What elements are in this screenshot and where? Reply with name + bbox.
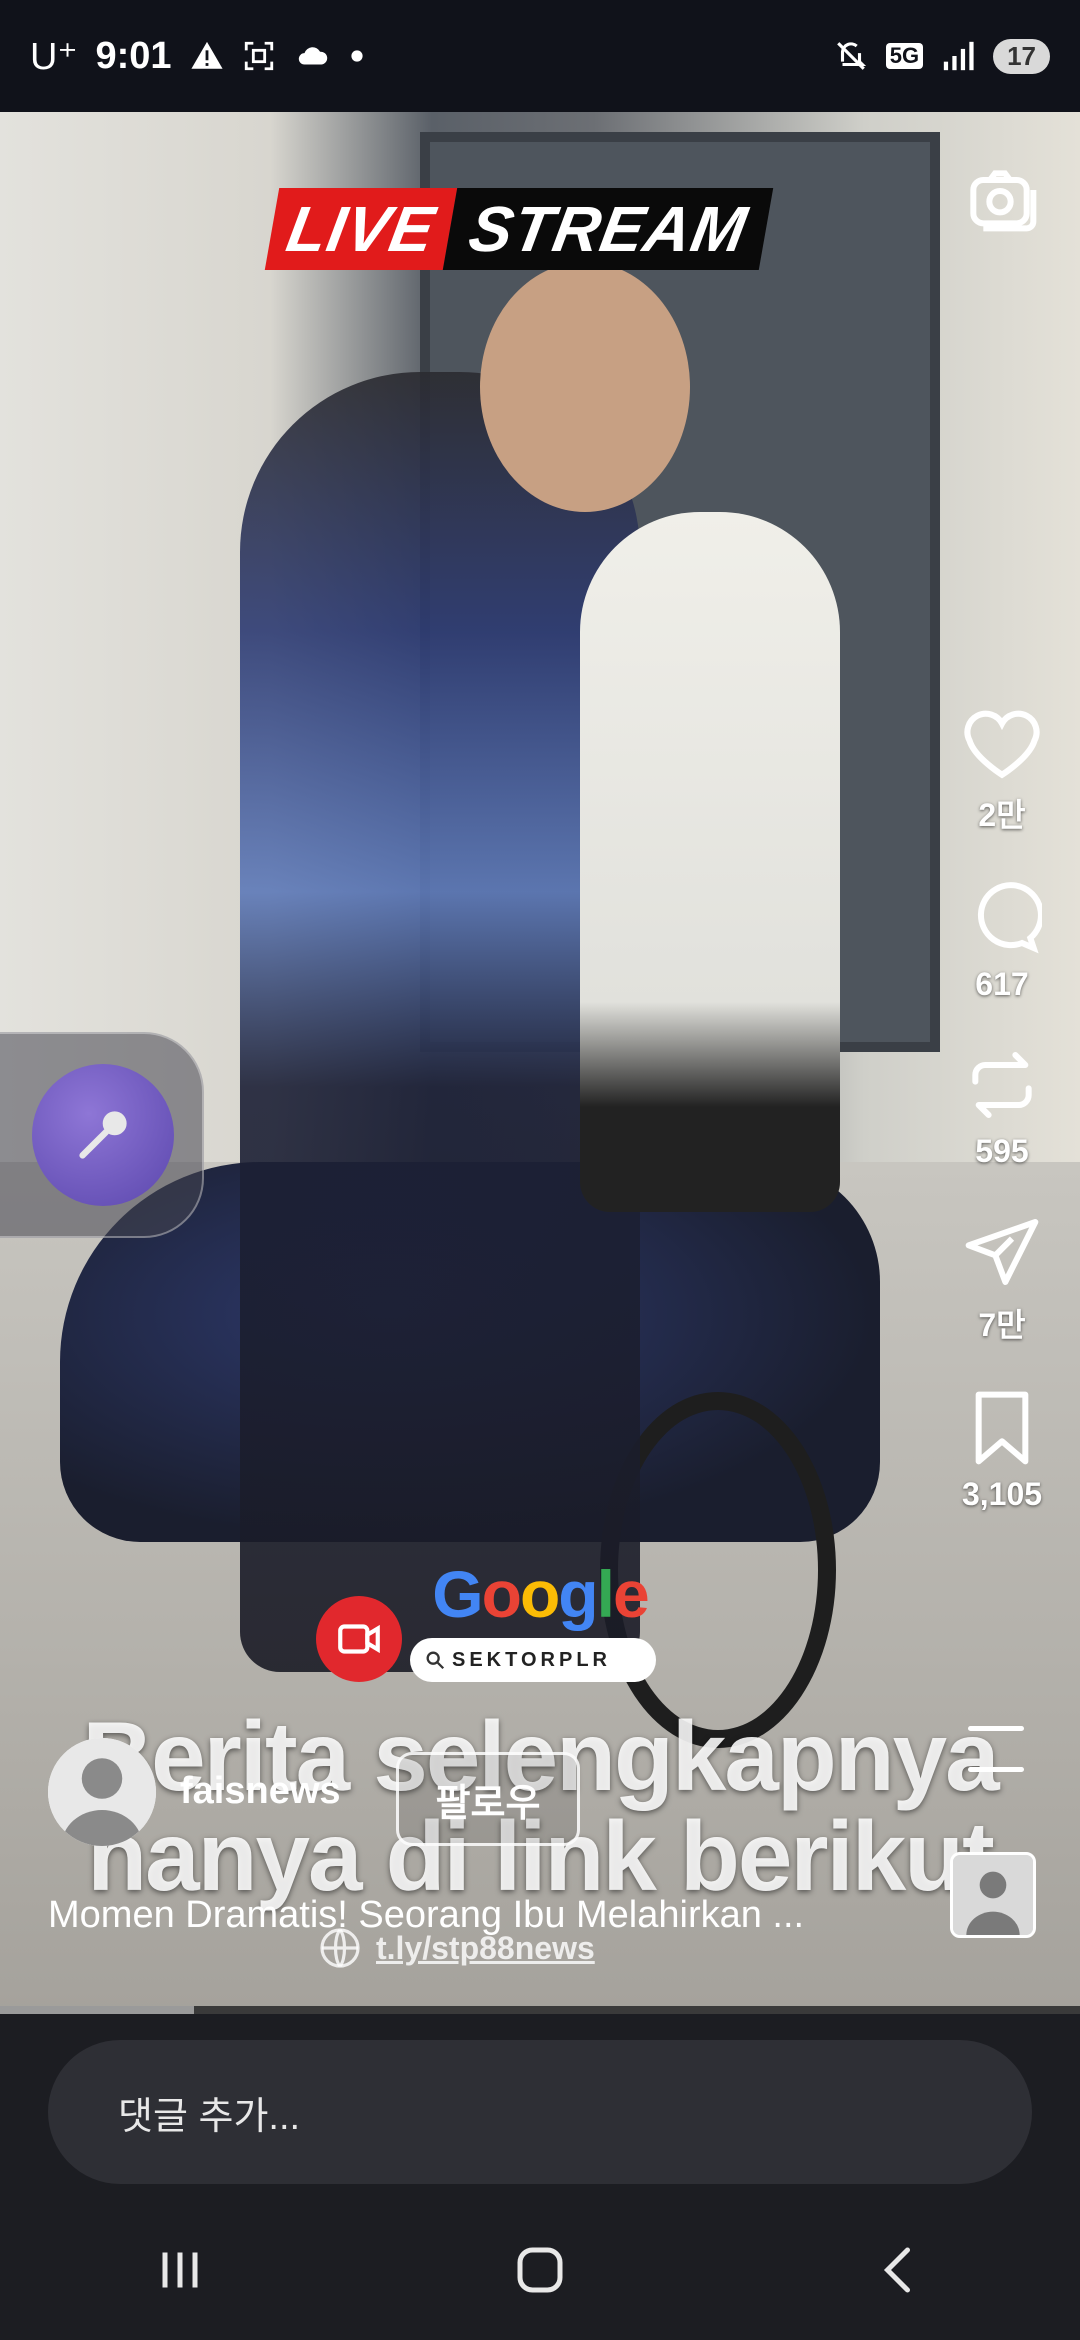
share-count: 7만 — [978, 1307, 1026, 1343]
warning-icon — [190, 41, 223, 69]
recent-apps-icon[interactable] — [150, 2240, 210, 2300]
audio-thumbnail[interactable] — [950, 1852, 1036, 1938]
search-icon — [426, 1651, 445, 1670]
comment-placeholder: 댓글 추가... — [118, 2095, 301, 2138]
share-icon[interactable] — [962, 1212, 1042, 1292]
default-avatar-icon — [953, 1855, 1033, 1935]
mic-circle[interactable] — [32, 1064, 174, 1206]
promo-google-logo: Google — [60, 1556, 1020, 1632]
home-icon[interactable] — [510, 2240, 570, 2300]
comment-action[interactable]: 617 — [962, 878, 1042, 1003]
live-label: LIVE — [281, 193, 441, 265]
like-action[interactable]: 2만 — [961, 706, 1043, 836]
floating-mic-bubble[interactable] — [0, 1032, 204, 1238]
action-rail: 2만 617 595 7만 3,105 — [942, 706, 1062, 1555]
menu-icon[interactable] — [968, 1726, 1024, 1772]
comment-icon[interactable] — [962, 878, 1042, 958]
video-person-head — [480, 262, 690, 512]
follow-button[interactable]: 팔로우 — [396, 1752, 580, 1846]
promo-search-bar: SEKTORPLR — [410, 1638, 656, 1682]
cloud-icon — [298, 47, 327, 65]
status-right: 5G 17 — [834, 38, 1050, 74]
default-avatar-icon — [48, 1738, 156, 1846]
carrier-label: U⁺ — [30, 35, 78, 78]
promo-search-text: SEKTORPLR — [452, 1648, 611, 1671]
battery-indicator: 17 — [993, 38, 1050, 74]
heart-icon[interactable] — [961, 706, 1043, 782]
post-link-text[interactable]: t.ly/stp88news — [376, 1930, 595, 1967]
back-icon[interactable] — [870, 2240, 930, 2300]
comment-count: 617 — [975, 966, 1029, 1002]
share-action[interactable]: 7만 — [962, 1212, 1042, 1346]
user-avatar[interactable] — [48, 1738, 156, 1846]
status-bar: U⁺ 9:01 5G 17 — [0, 0, 1080, 112]
bookmark-icon[interactable] — [967, 1388, 1037, 1468]
save-action[interactable]: 3,105 — [962, 1388, 1042, 1513]
repost-count: 595 — [975, 1133, 1029, 1169]
status-left: U⁺ 9:01 — [30, 34, 364, 79]
clock: 9:01 — [95, 34, 172, 77]
network-type: 5G — [885, 43, 924, 69]
mute-icon — [836, 42, 866, 70]
add-comment-field[interactable]: 댓글 추가... — [48, 2040, 1032, 2184]
video-person-woman — [580, 512, 840, 1212]
screenshot-icon — [244, 41, 273, 71]
repost-action[interactable]: 595 — [962, 1045, 1042, 1170]
post-link[interactable]: t.ly/stp88news — [316, 1924, 595, 1972]
camera-icon — [970, 170, 1037, 232]
username[interactable]: faisnews — [180, 1770, 341, 1813]
dot-icon — [350, 50, 363, 62]
save-count: 3,105 — [961, 1476, 1043, 1512]
stream-label: STREAM — [463, 193, 753, 265]
video-call-badge — [316, 1596, 402, 1682]
globe-icon — [320, 1928, 360, 1968]
system-nav-bar — [0, 2200, 1080, 2340]
camera-button[interactable] — [960, 160, 1040, 240]
video-progress-fill — [0, 2006, 195, 2014]
google-logo: Google — [432, 1557, 649, 1631]
microphone-icon — [79, 1111, 127, 1159]
live-stream-badge: LIVE STREAM — [264, 188, 774, 270]
like-count: 2만 — [978, 797, 1026, 833]
video-call-icon — [338, 1624, 380, 1654]
video-progress-bar[interactable] — [0, 2006, 1080, 2014]
repost-icon[interactable] — [962, 1045, 1042, 1125]
signal-icon — [943, 41, 974, 71]
